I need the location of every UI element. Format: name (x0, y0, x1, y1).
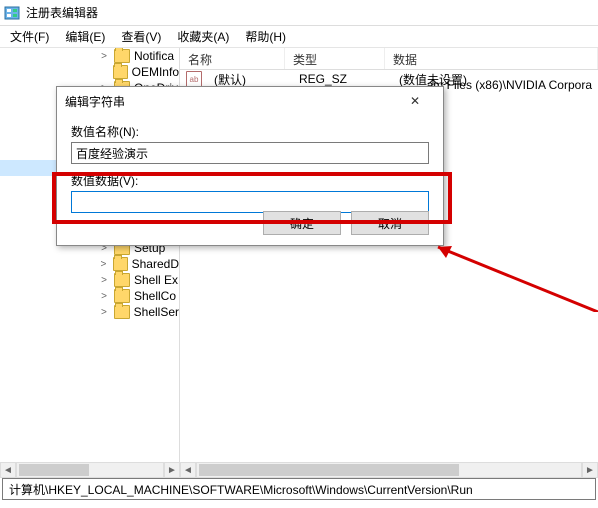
list-header: 名称 类型 数据 (180, 48, 598, 70)
scroll-left-icon[interactable]: ◄ (180, 462, 196, 478)
folder-icon (113, 65, 128, 79)
cancel-button[interactable]: 取消 (351, 211, 429, 235)
folder-icon (114, 49, 130, 63)
tree-scrollbar-horizontal[interactable]: ◄ ► (0, 462, 180, 478)
dialog-close-button[interactable]: ✕ (395, 90, 435, 112)
value-data-input[interactable] (71, 191, 429, 213)
tree-item-label: ShellCo (134, 289, 176, 303)
tree-item[interactable]: > Notifica (0, 48, 179, 64)
list-row-partial: am Files (x86)\NVIDIA Corpora (421, 76, 598, 94)
folder-icon (113, 257, 128, 271)
col-header-data[interactable]: 数据 (385, 48, 598, 69)
cell-type: REG_SZ (291, 72, 391, 86)
tree-item[interactable]: > Shell Ex (0, 272, 179, 288)
expand-icon[interactable]: > (98, 307, 110, 318)
menu-favorites[interactable]: 收藏夹(A) (169, 26, 237, 47)
menu-view[interactable]: 查看(V) (113, 26, 169, 47)
menu-file[interactable]: 文件(F) (2, 26, 57, 47)
scroll-thumb[interactable] (19, 464, 89, 476)
scroll-right-icon[interactable]: ► (582, 462, 598, 478)
tree-item[interactable]: > ShellCo (0, 288, 179, 304)
tree-item-label: Notifica (134, 49, 174, 63)
tree-item[interactable]: > ShellSer (0, 304, 179, 320)
expand-icon[interactable]: > (98, 259, 109, 270)
folder-icon (114, 289, 130, 303)
dialog-title: 编辑字符串 (65, 93, 395, 110)
scroll-left-icon[interactable]: ◄ (0, 462, 16, 478)
window-titlebar: 注册表编辑器 (0, 0, 598, 26)
string-value-icon: ab (186, 71, 202, 87)
close-icon: ✕ (410, 94, 420, 108)
menubar: 文件(F) 编辑(E) 查看(V) 收藏夹(A) 帮助(H) (0, 26, 598, 48)
window-title: 注册表编辑器 (26, 4, 98, 21)
col-header-type[interactable]: 类型 (285, 48, 385, 69)
tree-item[interactable]: OEMInfo (0, 64, 179, 80)
annotation-arrow (418, 242, 598, 312)
regedit-icon (4, 5, 20, 21)
scroll-thumb[interactable] (199, 464, 459, 476)
menu-edit[interactable]: 编辑(E) (57, 26, 113, 47)
folder-icon (114, 305, 130, 319)
value-data-label: 数值数据(V): (71, 172, 429, 189)
tree-item-label: ShellSer (134, 305, 179, 319)
tree-item-label: Shell Ex (134, 273, 178, 287)
tree-item-label: SharedD (132, 257, 179, 271)
expand-icon[interactable]: > (98, 51, 110, 62)
statusbar: 计算机\HKEY_LOCAL_MACHINE\SOFTWARE\Microsof… (2, 478, 596, 500)
expand-icon[interactable]: > (98, 275, 110, 286)
ok-button[interactable]: 确定 (263, 211, 341, 235)
value-name-label: 数值名称(N): (71, 123, 429, 140)
list-scrollbar-horizontal[interactable]: ◄ ► (180, 462, 598, 478)
dialog-titlebar: 编辑字符串 ✕ (57, 87, 443, 115)
cell-name: (默认) (206, 71, 291, 88)
folder-icon (114, 273, 130, 287)
value-name-input[interactable] (71, 142, 429, 164)
tree-item-label: OEMInfo (132, 65, 179, 79)
scroll-right-icon[interactable]: ► (164, 462, 180, 478)
edit-string-dialog: 编辑字符串 ✕ 数值名称(N): 数值数据(V): 确定 取消 (56, 86, 444, 246)
tree-item[interactable]: > SharedD (0, 256, 179, 272)
expand-icon[interactable]: > (98, 291, 110, 302)
menu-help[interactable]: 帮助(H) (237, 26, 294, 47)
col-header-name[interactable]: 名称 (180, 48, 285, 69)
status-path: 计算机\HKEY_LOCAL_MACHINE\SOFTWARE\Microsof… (9, 481, 473, 498)
